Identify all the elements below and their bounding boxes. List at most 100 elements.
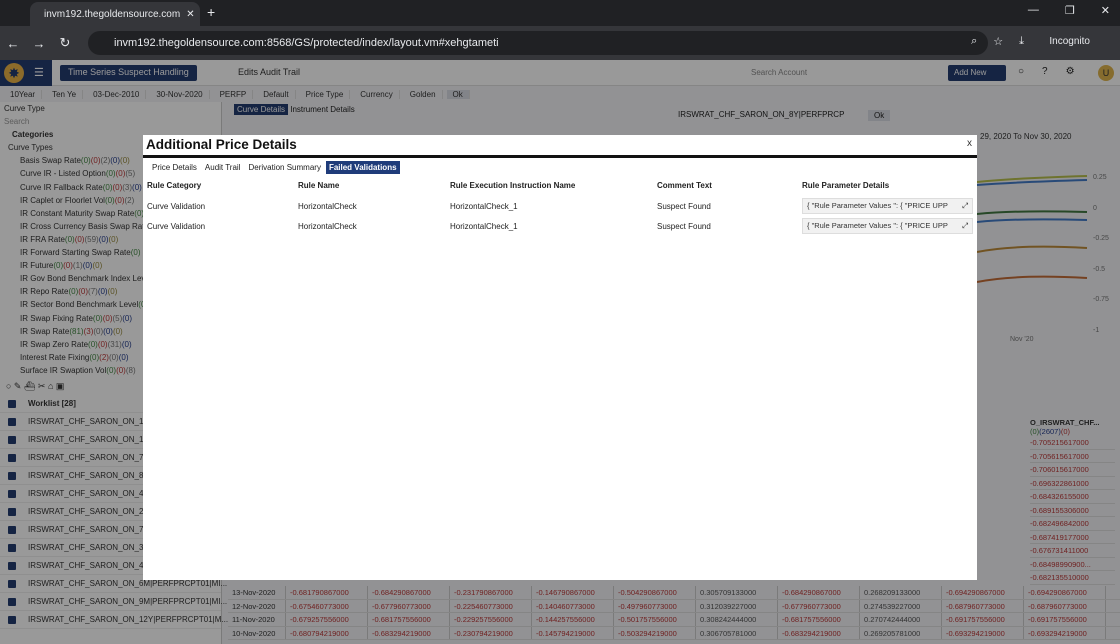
status-count[interactable]: (0) xyxy=(93,327,103,336)
status-count[interactable]: (0) xyxy=(119,353,129,362)
status-count[interactable]: (0) xyxy=(122,340,132,349)
col-rule-parameter-details[interactable]: Rule Parameter Details xyxy=(802,181,973,190)
status-count[interactable]: (0) xyxy=(83,261,93,270)
status-count[interactable]: (0) xyxy=(88,340,98,349)
filter-source[interactable]: PERFP xyxy=(214,89,254,99)
table-row[interactable]: Curve Validation HorizontalCheck Horizon… xyxy=(147,196,973,216)
chart-from-date[interactable]: 29, 2020 xyxy=(980,132,1011,141)
rule-parameter-field[interactable]: { "Rule Parameter Values ": { "PRICE UPP… xyxy=(802,198,973,214)
status-count[interactable]: (8) xyxy=(126,366,136,375)
tab-audit-trail[interactable]: Audit Trail xyxy=(202,161,244,174)
col-rule-name[interactable]: Rule Name xyxy=(298,181,450,190)
status-count[interactable]: (81) xyxy=(69,327,83,336)
tab-time-series[interactable]: Time Series Suspect Handling xyxy=(60,65,197,81)
close-tab-icon[interactable]: ✕ xyxy=(186,9,194,20)
download-icon[interactable]: ⤓ xyxy=(1019,35,1024,48)
status-count[interactable]: (0) xyxy=(81,156,91,165)
menu-icon[interactable]: ☰ xyxy=(34,66,44,79)
maximize-icon[interactable]: ❐ xyxy=(1065,4,1075,17)
grid-row[interactable]: 11-Nov-2020 -0.679257556000 -0.68175755600… xyxy=(228,613,1120,627)
status-count[interactable]: (0) xyxy=(75,235,85,244)
golden-checkbox[interactable]: Golden xyxy=(404,89,443,99)
instrument-select[interactable]: IRSWRAT_CHF_SARON_ON_8Y|PERFPRCP xyxy=(678,110,844,119)
status-count[interactable]: (0) xyxy=(120,156,130,165)
status-count[interactable]: (0) xyxy=(112,183,122,192)
status-count[interactable]: (0) xyxy=(65,235,75,244)
tab-price-details[interactable]: Price Details xyxy=(149,161,200,174)
url-input[interactable]: invm192.thegoldensource.com:8568/GS/prot… xyxy=(88,31,988,55)
browser-tab[interactable]: invm192.thegoldensource.com ✕ xyxy=(30,2,200,26)
close-icon[interactable]: x xyxy=(967,138,972,149)
status-count[interactable]: (0) xyxy=(103,327,113,336)
status-count[interactable]: (0) xyxy=(131,248,141,257)
help-icon[interactable]: ? xyxy=(1042,66,1048,77)
status-count[interactable]: (0) xyxy=(105,196,115,205)
instrument-ok-button[interactable]: Ok xyxy=(868,110,891,121)
tab-derivation-summary[interactable]: Derivation Summary xyxy=(245,161,323,174)
status-count[interactable]: (59) xyxy=(84,235,98,244)
status-count[interactable]: (0) xyxy=(113,327,123,336)
status-count[interactable]: (3) xyxy=(122,183,132,192)
status-count[interactable]: (5) xyxy=(125,169,135,178)
back-icon[interactable]: ← xyxy=(0,36,26,51)
count-red[interactable]: (0) xyxy=(1061,427,1070,436)
add-new-button[interactable]: Add New xyxy=(948,65,1006,81)
status-count[interactable]: (31) xyxy=(108,340,122,349)
curve-type-select[interactable]: Curve Type xyxy=(0,102,221,115)
category-search-input[interactable]: Search xyxy=(0,115,221,128)
zoom-icon[interactable]: ⌕ xyxy=(971,35,977,48)
status-count[interactable]: (2) xyxy=(99,353,109,362)
table-row[interactable]: Curve Validation HorizontalCheck Horizon… xyxy=(147,216,973,236)
status-count[interactable]: (0) xyxy=(108,235,118,244)
close-window-icon[interactable]: ✕ xyxy=(1101,4,1110,17)
status-count[interactable]: (0) xyxy=(115,196,125,205)
status-count[interactable]: (2) xyxy=(100,156,110,165)
tab-curve-details[interactable]: Curve Details xyxy=(234,104,289,115)
forward-icon[interactable]: → xyxy=(26,36,52,51)
status-count[interactable]: (0) xyxy=(106,169,116,178)
search-account-input[interactable]: Search Account xyxy=(745,65,925,81)
filter-ok-button[interactable]: Ok xyxy=(446,89,470,99)
bookmark-icon[interactable]: ☆ xyxy=(993,35,1003,48)
tab-instrument-details[interactable]: Instrument Details xyxy=(290,105,354,114)
status-count[interactable]: (0) xyxy=(68,287,78,296)
chart-to-date[interactable]: Nov 30, 2020 xyxy=(1024,132,1072,141)
filter-price-type[interactable]: Price Type xyxy=(300,89,351,99)
status-count[interactable]: (0) xyxy=(116,169,126,178)
tab-edits-audit[interactable]: Edits Audit Trail xyxy=(230,65,308,81)
status-count[interactable]: (0) xyxy=(110,156,120,165)
grid-row[interactable]: 13-Nov-2020 -0.681790867000 -0.68429086700… xyxy=(228,586,1120,600)
count-green[interactable]: (0) xyxy=(1030,427,1039,436)
status-count[interactable]: (3) xyxy=(84,327,94,336)
status-count[interactable]: (0) xyxy=(106,366,116,375)
status-count[interactable]: (0) xyxy=(93,314,103,323)
filter-currency[interactable]: Currency xyxy=(354,89,400,99)
status-count[interactable]: (0) xyxy=(92,261,102,270)
status-count[interactable]: (1) xyxy=(73,261,83,270)
status-count[interactable]: (5) xyxy=(112,314,122,323)
count-blue[interactable]: (2607) xyxy=(1039,427,1061,436)
col-comment-text[interactable]: Comment Text xyxy=(657,181,802,190)
filter-default[interactable]: Default xyxy=(257,89,296,99)
status-count[interactable]: (0) xyxy=(109,353,119,362)
status-count[interactable]: (0) xyxy=(89,353,99,362)
col-rule-category[interactable]: Rule Category xyxy=(147,181,298,190)
expand-edit-icon[interactable]: ⤢ xyxy=(962,199,968,213)
incognito-badge[interactable]: Incognito xyxy=(1049,36,1090,47)
status-count[interactable]: (2) xyxy=(125,196,135,205)
status-count[interactable]: (0) xyxy=(108,287,118,296)
col-rule-execution[interactable]: Rule Execution Instruction Name xyxy=(450,181,657,190)
grid-row[interactable]: 10-Nov-2020 -0.680794219000 -0.68329421900… xyxy=(228,626,1120,640)
status-count[interactable]: (0) xyxy=(116,366,126,375)
status-count[interactable]: (0) xyxy=(98,287,108,296)
status-count[interactable]: (0) xyxy=(122,314,132,323)
settings-icon[interactable]: ⚙ xyxy=(1066,66,1075,77)
tab-failed-validations[interactable]: Failed Validations xyxy=(325,161,400,174)
status-count[interactable]: (0) xyxy=(132,183,142,192)
avatar[interactable]: U xyxy=(1098,65,1114,81)
status-count[interactable]: (0) xyxy=(98,340,108,349)
filter-name[interactable]: Ten Ye xyxy=(46,89,84,99)
status-count[interactable]: (0) xyxy=(53,261,63,270)
filter-tenor[interactable]: 10Year xyxy=(4,89,43,99)
status-count[interactable]: (7) xyxy=(88,287,98,296)
